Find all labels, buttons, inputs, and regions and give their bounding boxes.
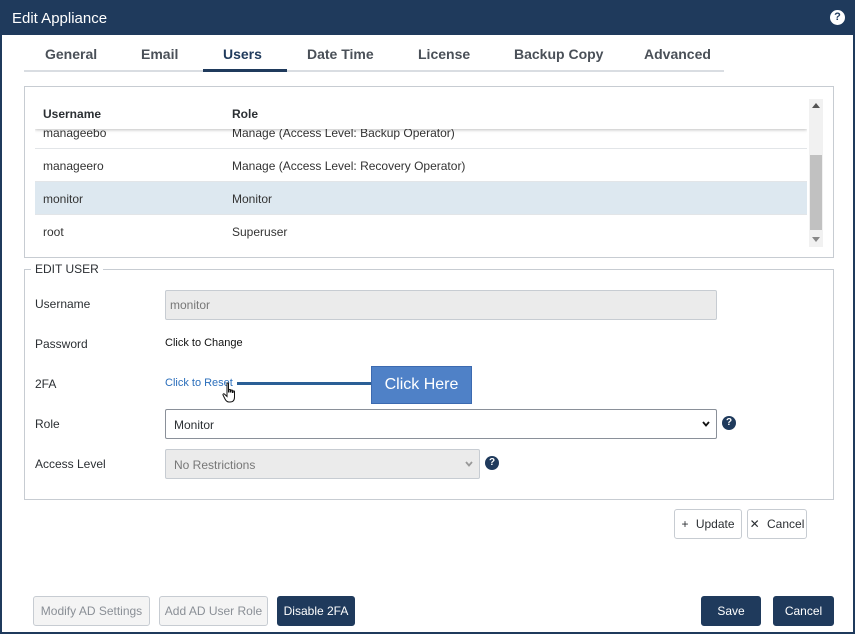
password-label: Password xyxy=(35,337,88,351)
cell-username: manageero xyxy=(43,159,104,173)
cell-role: Superuser xyxy=(232,225,288,239)
tab-bar: General Email Users Date Time License Ba… xyxy=(24,39,724,72)
add-ad-user-role-button: Add AD User Role xyxy=(159,596,268,626)
access-level-value: No Restrictions xyxy=(174,458,256,472)
access-level-help-icon[interactable]: ? xyxy=(485,456,499,470)
change-password-link[interactable]: Click to Change xyxy=(165,337,243,349)
tab-general[interactable]: General xyxy=(45,46,97,62)
cell-username: root xyxy=(43,225,64,239)
access-level-select: No Restrictions xyxy=(165,449,480,479)
table-scrollbar[interactable] xyxy=(809,99,823,247)
cell-role: Manage (Access Level: Recovery Operator) xyxy=(232,159,466,173)
users-table: manageebo Manage (Access Level: Backup O… xyxy=(24,86,834,258)
edit-cancel-button[interactable]: ✕ Cancel xyxy=(747,509,807,539)
scroll-down-arrow-icon[interactable] xyxy=(812,237,820,242)
table-row[interactable]: root Superuser xyxy=(35,215,807,247)
help-icon[interactable]: ? xyxy=(830,10,845,25)
table-row-selected[interactable]: monitor Monitor xyxy=(35,182,807,215)
hand-cursor-icon xyxy=(222,382,235,403)
role-select-value: Monitor xyxy=(174,418,215,432)
update-button-label: Update xyxy=(695,517,735,531)
cell-username: monitor xyxy=(43,192,84,206)
active-tab-indicator xyxy=(203,69,287,72)
role-help-icon[interactable]: ? xyxy=(722,416,736,430)
scroll-thumb[interactable] xyxy=(810,155,822,230)
header-role[interactable]: Role xyxy=(232,107,258,121)
close-icon: ✕ xyxy=(749,517,760,531)
dialog-title: Edit Appliance xyxy=(12,10,108,27)
role-select[interactable]: Monitor xyxy=(165,409,717,439)
chevron-down-icon xyxy=(702,421,710,427)
tab-date-time[interactable]: Date Time xyxy=(307,46,374,62)
scroll-up-arrow-icon[interactable] xyxy=(812,103,820,108)
username-label: Username xyxy=(35,297,91,311)
modify-ad-settings-button: Modify AD Settings xyxy=(33,596,150,626)
edit-appliance-dialog: Edit Appliance ? General Email Users Dat… xyxy=(0,0,855,634)
tab-license[interactable]: License xyxy=(418,46,470,62)
tab-email[interactable]: Email xyxy=(141,46,178,62)
edit-user-legend: EDIT USER xyxy=(31,262,103,276)
disable-2fa-button[interactable]: Disable 2FA xyxy=(277,596,355,626)
header-username[interactable]: Username xyxy=(43,107,101,121)
table-header: Username Role xyxy=(35,99,807,129)
role-label: Role xyxy=(35,417,60,431)
click-here-callout: Click Here xyxy=(371,366,472,404)
tab-backup-copy[interactable]: Backup Copy xyxy=(514,46,603,62)
cell-role: Monitor xyxy=(232,192,273,206)
twofa-label: 2FA xyxy=(35,377,57,391)
users-table-body[interactable]: manageebo Manage (Access Level: Backup O… xyxy=(35,99,807,247)
username-field: monitor xyxy=(165,290,717,320)
update-button[interactable]: + Update xyxy=(674,509,742,539)
dialog-titlebar: Edit Appliance ? xyxy=(2,2,853,35)
save-button[interactable]: Save xyxy=(701,596,761,626)
table-row[interactable]: manageero Manage (Access Level: Recovery… xyxy=(35,149,807,182)
cancel-button[interactable]: Cancel xyxy=(773,596,834,626)
tab-advanced[interactable]: Advanced xyxy=(644,46,711,62)
plus-icon: + xyxy=(681,517,689,531)
callout-connector xyxy=(237,382,373,385)
chevron-down-icon xyxy=(465,461,473,467)
tab-users[interactable]: Users xyxy=(223,46,262,62)
access-level-label: Access Level xyxy=(35,457,106,471)
edit-cancel-button-label: Cancel xyxy=(767,517,805,531)
